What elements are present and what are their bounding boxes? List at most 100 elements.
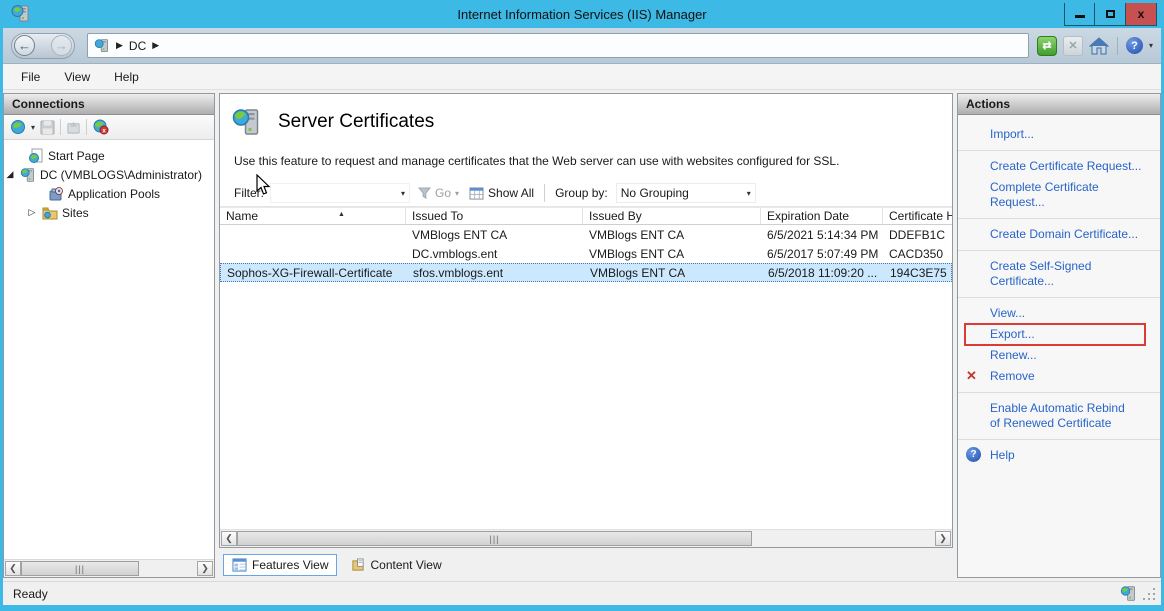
connections-panel: Connections ▾: [3, 93, 215, 578]
action-create-domain-certificate[interactable]: Create Domain Certificate...: [990, 227, 1138, 241]
action-remove[interactable]: Remove: [990, 369, 1035, 383]
close-button[interactable]: x: [1126, 3, 1157, 26]
table-row[interactable]: VMBlogs ENT CA VMBlogs ENT CA 6/5/2021 5…: [220, 225, 952, 244]
tab-content-view[interactable]: Content View: [343, 555, 449, 575]
column-header-expiration[interactable]: Expiration Date: [761, 208, 883, 224]
content-view-icon: [351, 558, 365, 572]
action-import[interactable]: Import...: [990, 127, 1034, 141]
help-icon[interactable]: ?: [1126, 37, 1143, 54]
page-description: Use this feature to request and manage c…: [220, 144, 952, 180]
cell-issued-by: VMBlogs ENT CA: [584, 264, 762, 281]
go-label: Go: [435, 186, 451, 200]
column-header-hash[interactable]: Certificate Hash: [883, 208, 952, 224]
iis-manager-window: Internet Information Services (IIS) Mana…: [0, 0, 1164, 611]
connections-hscrollbar[interactable]: ❮ ||| ❯: [4, 559, 214, 577]
action-complete-certificate-request[interactable]: Complete Certificate Request...: [990, 180, 1099, 209]
column-header-name[interactable]: Name ▲: [220, 208, 406, 224]
status-bar: Ready: [3, 581, 1161, 605]
tree-item-start-page[interactable]: Start Page: [4, 146, 214, 165]
cell-name: Sophos-XG-Firewall-Certificate: [221, 264, 407, 281]
group-by-select[interactable]: No Grouping ▾: [616, 183, 756, 203]
connection-dropdown-icon[interactable]: ▾: [31, 123, 35, 132]
cell-hash: 194C3E75: [884, 264, 951, 281]
collapse-icon[interactable]: ◢: [4, 169, 16, 180]
breadcrumb-separator-icon: ▶: [116, 40, 123, 51]
cell-expiration: 6/5/2018 11:09:20 ...: [762, 264, 884, 281]
group-by-label: Group by:: [555, 186, 608, 200]
scrollbar-thumb[interactable]: |||: [21, 561, 139, 576]
show-all-icon: [469, 187, 484, 200]
actions-panel: Actions Import... Create Certificate Req…: [957, 93, 1161, 578]
nav-history-group: ← →: [11, 33, 75, 59]
filter-funnel-icon: [418, 187, 431, 199]
connections-toolbar: ▾ x: [4, 115, 214, 140]
home-button[interactable]: [1089, 37, 1109, 55]
help-question-icon: ?: [966, 447, 981, 462]
breadcrumb-node[interactable]: DC: [129, 39, 146, 53]
scroll-right-button[interactable]: ❯: [197, 561, 213, 576]
action-export[interactable]: Export...: [990, 327, 1035, 341]
column-header-issued-by[interactable]: Issued By: [583, 208, 761, 224]
toolbar-divider: [544, 184, 545, 202]
tree-item-application-pools[interactable]: Application Pools: [4, 184, 214, 203]
forward-button[interactable]: →: [51, 35, 72, 56]
main-hscrollbar[interactable]: ❮ ||| ❯: [220, 529, 952, 547]
resize-grip[interactable]: [1143, 588, 1155, 600]
delete-connection-icon[interactable]: x: [92, 119, 109, 135]
menu-view[interactable]: View: [64, 70, 90, 84]
help-dropdown-icon[interactable]: ▾: [1149, 41, 1153, 50]
action-renew[interactable]: Renew...: [990, 348, 1037, 362]
tab-label: Content View: [370, 558, 441, 572]
action-view[interactable]: View...: [990, 306, 1025, 320]
refresh-button[interactable]: ⇄: [1037, 36, 1057, 56]
view-tabs: Features View Content View: [219, 548, 953, 578]
stop-button-disabled: ✕: [1063, 36, 1083, 56]
cell-issued-to: VMBlogs ENT CA: [406, 225, 583, 244]
sites-folder-icon: [42, 205, 58, 221]
tree-item-label: Sites: [62, 206, 89, 220]
toolbar-divider: [1117, 37, 1118, 55]
tab-label: Features View: [252, 558, 328, 572]
menu-help[interactable]: Help: [114, 70, 139, 84]
action-enable-automatic-rebind[interactable]: Enable Automatic Rebind of Renewed Certi…: [990, 401, 1125, 430]
titlebar: Internet Information Services (IIS) Mana…: [3, 0, 1161, 28]
filter-toolbar: Filter: ▾ Go ▾: [220, 180, 952, 207]
window-title: Internet Information Services (IIS) Mana…: [3, 7, 1161, 22]
connections-header: Connections: [4, 94, 214, 115]
show-all-button[interactable]: Show All: [469, 186, 534, 200]
action-help[interactable]: Help: [990, 448, 1015, 462]
go-button-disabled: Go ▾: [418, 186, 459, 200]
group-by-value: No Grouping: [621, 186, 689, 200]
scroll-right-button[interactable]: ❯: [935, 531, 951, 546]
table-row[interactable]: DC.vmblogs.ent VMBlogs ENT CA 6/5/2017 5…: [220, 244, 952, 263]
cell-expiration: 6/5/2021 5:14:34 PM: [761, 225, 883, 244]
create-connection-icon[interactable]: [10, 119, 26, 135]
table-empty-area: [220, 282, 952, 529]
tree-item-sites[interactable]: ▷ Sites: [4, 203, 214, 222]
toolbar-divider: [86, 119, 87, 135]
scrollbar-thumb[interactable]: |||: [237, 531, 752, 546]
tree-item-server-dc[interactable]: ◢ DC (VMBLOGS\Administrator): [4, 165, 214, 184]
action-create-certificate-request[interactable]: Create Certificate Request...: [990, 159, 1141, 173]
address-breadcrumb-bar[interactable]: ▶ DC ▶: [87, 33, 1029, 58]
column-header-issued-to[interactable]: Issued To: [406, 208, 583, 224]
tab-features-view[interactable]: Features View: [223, 554, 337, 576]
cell-issued-by: VMBlogs ENT CA: [583, 225, 761, 244]
expand-icon[interactable]: ▷: [26, 207, 38, 218]
save-icon-disabled: [40, 120, 55, 135]
server-icon: [20, 167, 36, 183]
maximize-button[interactable]: [1095, 3, 1126, 26]
menu-file[interactable]: File: [21, 70, 40, 84]
certificates-table: Name ▲ Issued To Issued By Expiration Da…: [220, 207, 952, 282]
back-button[interactable]: ←: [14, 35, 35, 56]
scroll-left-button[interactable]: ❮: [221, 531, 237, 546]
cell-issued-by: VMBlogs ENT CA: [583, 244, 761, 263]
navigation-bar: ← → ▶ DC ▶ ⇄ ✕ ? ▾: [3, 28, 1161, 64]
table-row-selected[interactable]: Sophos-XG-Firewall-Certificate sfos.vmbl…: [220, 263, 952, 282]
minimize-button[interactable]: [1064, 3, 1095, 26]
action-create-self-signed-certificate[interactable]: Create Self-Signed Certificate...: [990, 259, 1091, 288]
server-certificates-panel: Server Certificates Use this feature to …: [219, 93, 953, 548]
scroll-left-button[interactable]: ❮: [5, 561, 21, 576]
filter-input[interactable]: ▾: [270, 183, 410, 203]
cell-hash: CACD350: [883, 244, 952, 263]
